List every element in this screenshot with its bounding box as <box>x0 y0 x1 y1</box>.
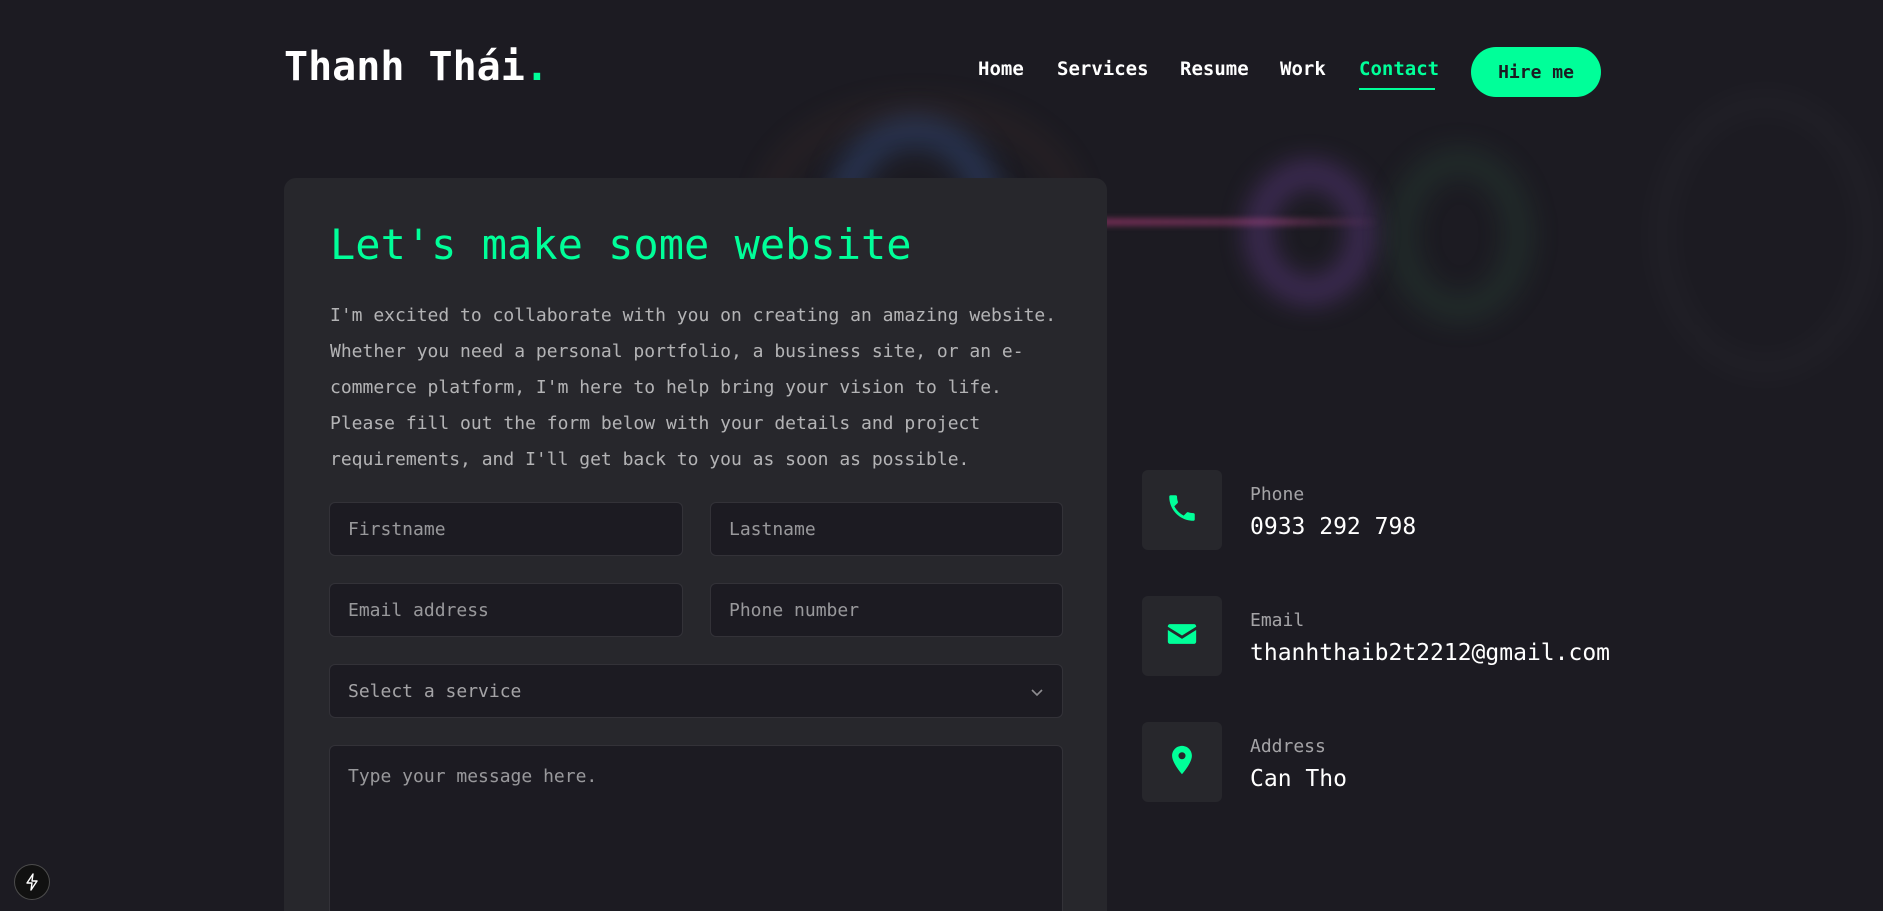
background-glow <box>1250 165 1370 300</box>
service-select-value: Select a service <box>348 680 522 702</box>
firstname-input[interactable] <box>329 502 683 556</box>
service-select[interactable]: Select a service <box>329 664 1063 718</box>
nav-home[interactable]: Home <box>978 58 1024 80</box>
form-description: I'm excited to collaborate with you on c… <box>330 305 1057 470</box>
phone-label: Phone <box>1250 484 1305 505</box>
nav-services[interactable]: Services <box>1057 58 1149 80</box>
phone-value: 0933 292 798 <box>1250 514 1417 540</box>
lightning-bolt-icon[interactable] <box>14 864 50 900</box>
address-value: Can Tho <box>1250 766 1347 792</box>
logo-dot: . <box>524 44 549 90</box>
nav-contact[interactable]: Contact <box>1359 58 1439 80</box>
contact-page: Thanh Thái. Home Services Resume Work Co… <box>0 0 1883 911</box>
nav-work[interactable]: Work <box>1280 58 1326 80</box>
background-glow <box>1390 150 1530 320</box>
nav-resume[interactable]: Resume <box>1180 58 1249 80</box>
form-title: Let's make some website <box>330 220 912 269</box>
message-textarea[interactable] <box>329 745 1063 911</box>
nav-active-underline <box>1359 88 1435 90</box>
address-label: Address <box>1250 736 1326 757</box>
logo-text: Thanh Thái <box>284 44 525 90</box>
contact-form-card: Let's make some website I'm excited to c… <box>284 178 1107 911</box>
email-value: thanhthaib2t2212@gmail.com <box>1250 640 1611 666</box>
phone-icon <box>1165 491 1199 529</box>
phone-input[interactable] <box>710 583 1063 637</box>
chevron-down-icon <box>1030 682 1044 701</box>
email-label: Email <box>1250 610 1305 631</box>
phone-icon-box <box>1142 470 1222 550</box>
hire-me-button[interactable]: Hire me <box>1471 47 1601 97</box>
lastname-input[interactable] <box>710 502 1063 556</box>
background-glow <box>1650 90 1880 380</box>
email-icon-box <box>1142 596 1222 676</box>
map-pin-icon <box>1165 743 1199 781</box>
address-icon-box <box>1142 722 1222 802</box>
site-logo[interactable]: Thanh Thái. <box>284 44 549 90</box>
email-input[interactable] <box>329 583 683 637</box>
envelope-icon <box>1165 617 1199 655</box>
